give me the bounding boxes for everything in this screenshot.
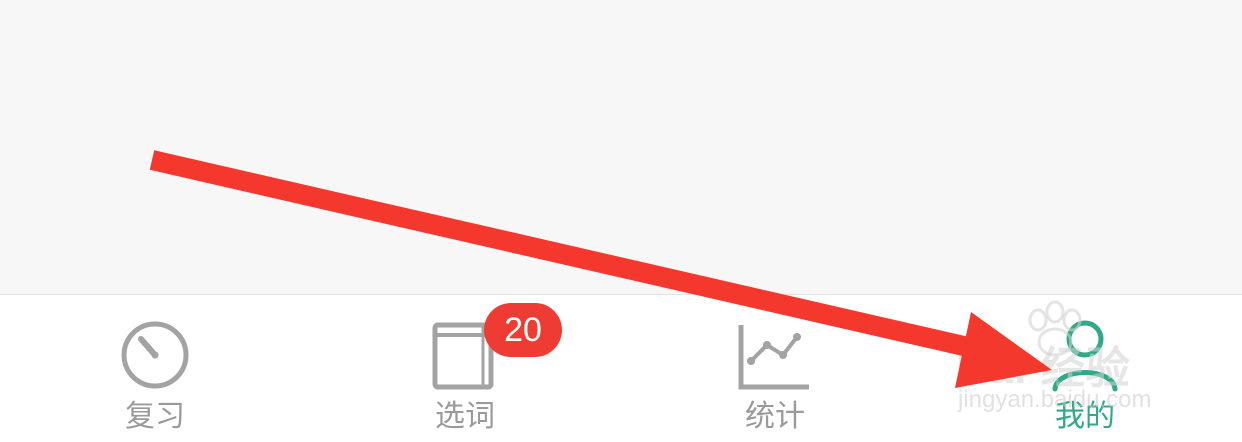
tab-statistics[interactable]: 统计 <box>620 295 930 442</box>
tab-select-words[interactable]: 选词 <box>310 295 620 442</box>
tab-review[interactable]: 复习 <box>0 295 310 442</box>
tab-statistics-label: 统计 <box>745 399 805 434</box>
tab-select-words-label: 选词 <box>435 399 495 434</box>
unread-badge: 20 <box>484 303 562 357</box>
app-screen: 复习 选词 统计 我的 20 Bai 经验 jingyan.baidu.com <box>0 0 1242 442</box>
person-icon <box>1052 320 1118 392</box>
tab-mine[interactable]: 我的 <box>930 295 1240 442</box>
speedometer-icon <box>121 321 189 389</box>
line-chart-icon <box>738 325 809 390</box>
bottom-tab-bar: 复习 选词 统计 我的 <box>0 294 1242 442</box>
tab-mine-label: 我的 <box>1055 399 1115 434</box>
tab-review-label: 复习 <box>125 399 185 434</box>
content-area <box>0 0 1242 294</box>
